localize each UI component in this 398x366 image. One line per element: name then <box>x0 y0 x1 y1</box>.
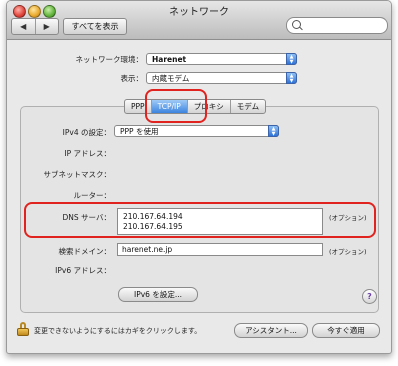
tab-modem[interactable]: モデム <box>231 100 265 113</box>
location-value: Harenet <box>152 55 187 64</box>
ipv4-label: IPv4 の設定： <box>62 128 111 137</box>
show-all-button[interactable]: すべてを表示 <box>63 18 127 35</box>
ipv4-popup[interactable]: PPP を使用 ▲ ▼ <box>114 125 279 137</box>
search-domain-label: 検索ドメイン： <box>58 247 112 256</box>
dns-highlight-annotation <box>24 202 376 238</box>
location-popup[interactable]: Harenet ▲ ▼ <box>146 53 297 65</box>
show-value: 内蔵モデム <box>152 74 190 83</box>
assistant-button[interactable]: アシスタント... <box>234 323 308 338</box>
search-field[interactable] <box>286 17 388 34</box>
lock-hint-text: 変更できないようにするにはカギをクリックします。 <box>34 327 202 335</box>
lock-body <box>17 328 29 336</box>
search-icon <box>292 20 301 29</box>
forward-button[interactable]: ▶ <box>36 19 59 34</box>
popup-arrows-icon: ▲ ▼ <box>286 53 297 65</box>
lock-icon[interactable] <box>17 322 29 336</box>
back-forward-buttons: ◀ ▶ <box>11 18 59 35</box>
location-label: ネットワーク環境： <box>75 55 144 64</box>
router-label: ルーター： <box>73 191 112 200</box>
show-popup[interactable]: 内蔵モデム ▲ ▼ <box>146 72 297 84</box>
search-domain-field[interactable]: harenet.ne.jp <box>117 243 323 256</box>
preferences-window: ネットワーク ◀ ▶ すべてを表示 ネットワーク環境： Harenet ▲ ▼ 表… <box>6 0 392 354</box>
ipv6-setup-button[interactable]: IPv6 を設定... <box>118 287 198 302</box>
search-domain-optional-label: (オプション) <box>329 248 367 256</box>
back-button[interactable]: ◀ <box>12 19 36 34</box>
title-bar: ネットワーク ◀ ▶ すべてを表示 <box>7 1 391 40</box>
ipv6-address-label: IPv6 アドレス： <box>55 266 111 275</box>
popup-arrows-icon: ▲ ▼ <box>286 72 297 84</box>
window-title: ネットワーク <box>169 7 229 18</box>
ipv4-value: PPP を使用 <box>120 127 159 136</box>
subnet-mask-label: サブネットマスク： <box>43 170 112 179</box>
tab-highlight-annotation <box>145 89 207 123</box>
ip-address-label: IP アドレス： <box>64 149 111 158</box>
help-button[interactable]: ? <box>362 289 377 304</box>
show-label: 表示： <box>120 74 144 83</box>
apply-now-button[interactable]: 今すぐ適用 <box>312 323 380 338</box>
popup-arrows-icon: ▲ ▼ <box>268 125 279 137</box>
